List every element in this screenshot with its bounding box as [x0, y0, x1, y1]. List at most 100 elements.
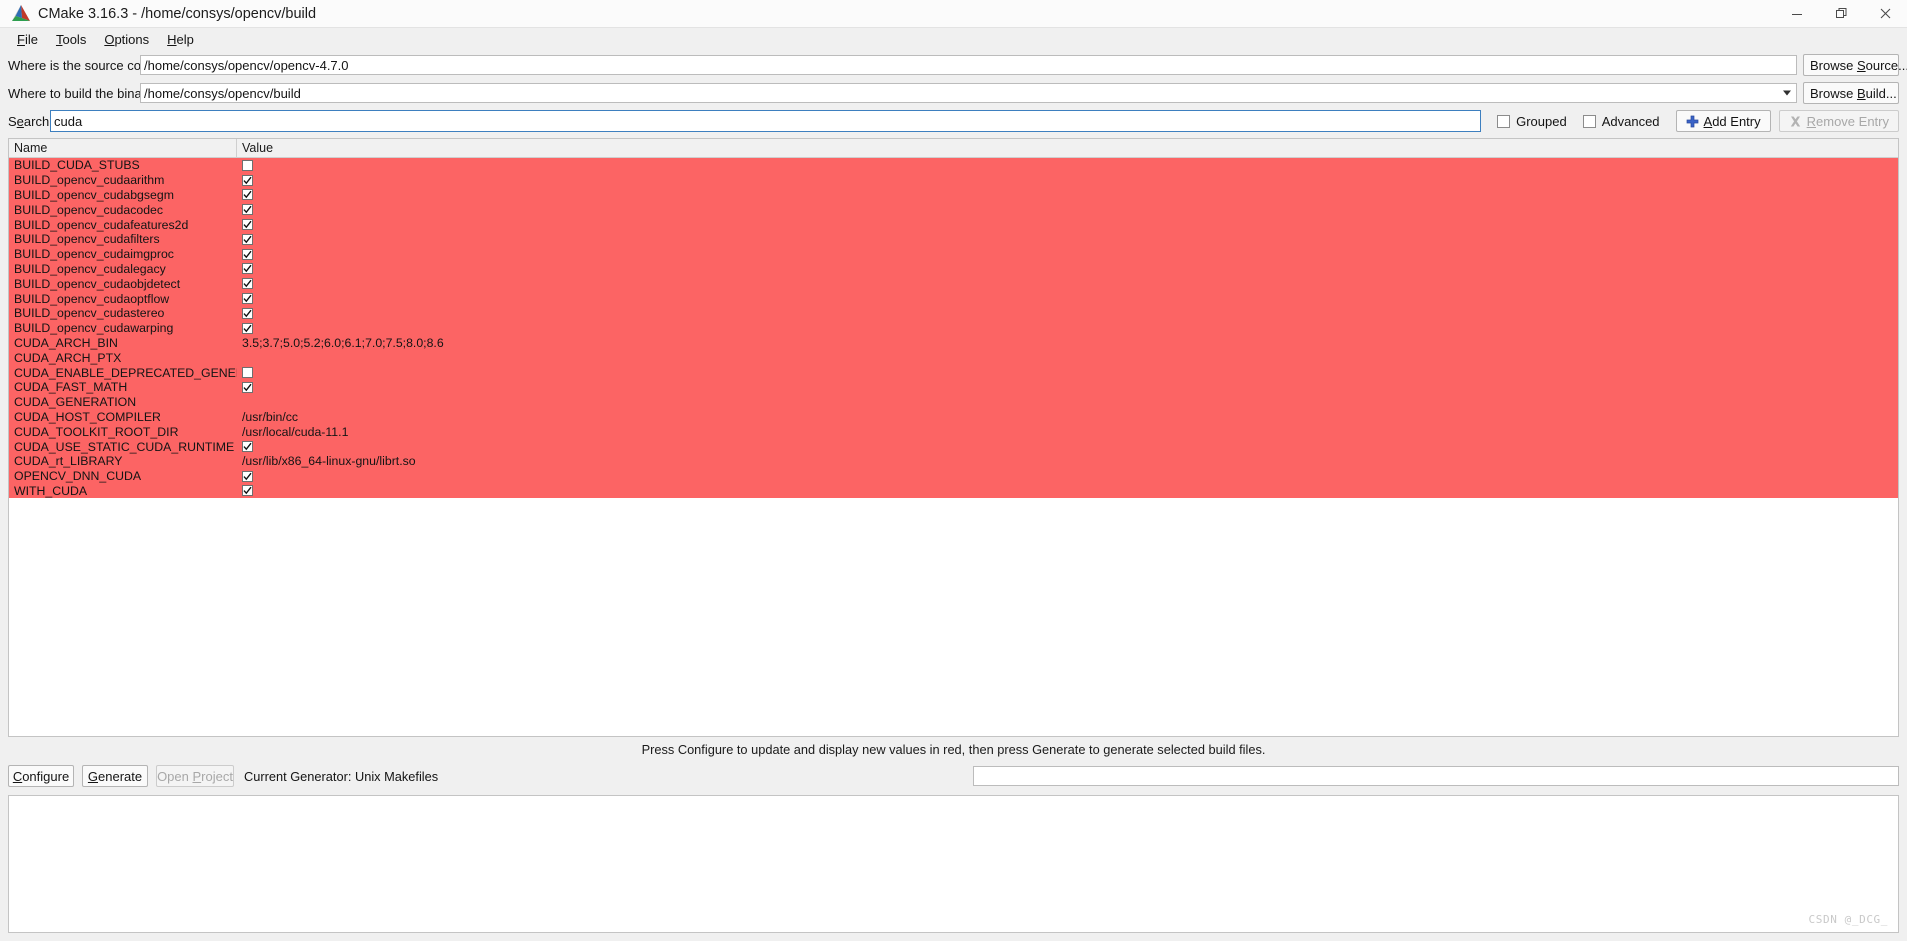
table-row[interactable]: CUDA_USE_STATIC_CUDA_RUNTIME	[9, 439, 1898, 454]
search-input[interactable]: cuda	[50, 110, 1482, 132]
cache-entry-value[interactable]	[237, 174, 1898, 186]
configure-label: onfigure	[22, 768, 70, 784]
browse-source-button[interactable]: Browse Source...	[1803, 54, 1907, 76]
column-header-value[interactable]: Value	[237, 139, 1898, 157]
build-path-combo[interactable]: /home/consys/opencv/build	[140, 83, 1797, 103]
table-row[interactable]: BUILD_opencv_cudabgsegm	[9, 187, 1898, 203]
table-row[interactable]: WITH_CUDA	[9, 483, 1898, 499]
cache-entry-name: BUILD_opencv_cudaimgproc	[14, 247, 174, 262]
cache-entry-value[interactable]	[237, 322, 1898, 334]
menu-tools[interactable]: Tools	[47, 30, 95, 49]
checkbox-checked[interactable]	[242, 381, 253, 393]
checkbox-checked[interactable]	[242, 485, 253, 497]
checkbox-checked[interactable]	[242, 307, 253, 319]
table-row[interactable]: OPENCV_DNN_CUDA	[9, 468, 1898, 484]
source-path-input[interactable]: /home/consys/opencv/opencv-4.7.0	[140, 55, 1797, 75]
configure-button[interactable]: Configure	[8, 765, 74, 787]
cache-entry-value[interactable]	[237, 219, 1898, 231]
cache-entry-value[interactable]	[237, 278, 1898, 290]
checkbox-checked[interactable]	[242, 278, 253, 290]
checkbox-unchecked[interactable]	[242, 159, 253, 171]
advanced-checkbox[interactable]	[1582, 114, 1596, 128]
cache-entry-value[interactable]: /usr/lib/x86_64-linux-gnu/librt.so	[237, 454, 1898, 468]
checkbox-checked[interactable]	[242, 204, 253, 216]
checkbox-checked[interactable]	[242, 189, 253, 201]
table-row[interactable]: CUDA_ENABLE_DEPRECATED_GENERATION	[9, 365, 1898, 380]
cache-entry-name: CUDA_GENERATION	[14, 395, 137, 410]
cache-entry-value[interactable]: 3.5;3.7;5.0;5.2;6.0;6.1;7.0;7.5;8.0;8.6	[237, 336, 1898, 350]
column-header-name[interactable]: Name	[9, 139, 237, 157]
table-row[interactable]: CUDA_ARCH_BIN 3.5;3.7;5.0;5.2;6.0;6.1;7.0…	[9, 335, 1898, 351]
browse-build-button[interactable]: Browse Build...	[1803, 82, 1899, 104]
cache-entry-name: BUILD_opencv_cudaobjdetect	[14, 276, 181, 291]
table-row[interactable]: CUDA_rt_LIBRARY/usr/lib/x86_64-linux-gnu…	[9, 453, 1898, 469]
checkbox-checked[interactable]	[242, 322, 253, 334]
cache-entry-value[interactable]	[237, 381, 1898, 393]
cache-entry-value[interactable]	[237, 441, 1898, 453]
minimize-icon[interactable]	[1775, 0, 1819, 27]
checkbox-checked[interactable]	[242, 219, 253, 231]
table-row[interactable]: BUILD_opencv_cudacodec	[9, 202, 1898, 218]
advanced-checkbox-wrap[interactable]: Advanced	[1582, 114, 1660, 129]
browse-build-label-b: uild...	[1865, 85, 1897, 101]
cache-entry-value[interactable]	[237, 189, 1898, 201]
cache-entry-value[interactable]	[237, 293, 1898, 305]
table-row[interactable]: BUILD_opencv_cudaarithm	[9, 172, 1898, 188]
grouped-label: Grouped	[1516, 113, 1567, 129]
checkbox-checked[interactable]	[242, 174, 253, 186]
menu-help[interactable]: Help	[158, 30, 203, 49]
checkbox-checked[interactable]	[242, 441, 253, 453]
restore-icon[interactable]	[1819, 0, 1863, 27]
table-row[interactable]: BUILD_opencv_cudaobjdetect	[9, 276, 1898, 292]
cache-entry-value[interactable]	[237, 485, 1898, 497]
table-row[interactable]: CUDA_FAST_MATH	[9, 379, 1898, 395]
checkbox-checked[interactable]	[242, 263, 253, 275]
menu-options[interactable]: Options	[95, 30, 158, 49]
cache-entry-value[interactable]	[237, 470, 1898, 482]
generate-button[interactable]: Generate	[82, 765, 148, 787]
table-row[interactable]: BUILD_opencv_cudalegacy	[9, 261, 1898, 277]
path-form: Where is the source code: /home/consys/o…	[0, 50, 1907, 134]
cache-entry-value[interactable]	[237, 367, 1898, 379]
add-entry-button[interactable]: Add Entry	[1675, 110, 1771, 132]
cmake-gui-window: CMake 3.16.3 - /home/consys/opencv/build	[0, 0, 1907, 941]
table-row[interactable]: BUILD_opencv_cudawarping	[9, 320, 1898, 336]
close-icon[interactable]	[1863, 0, 1907, 27]
table-row[interactable]: BUILD_opencv_cudastereo	[9, 305, 1898, 321]
cache-entry-value[interactable]	[237, 233, 1898, 245]
open-project-label-a: Open	[157, 768, 193, 784]
grouped-checkbox-wrap[interactable]: Grouped	[1497, 114, 1567, 129]
cache-entry-value[interactable]: /usr/bin/cc	[237, 410, 1898, 424]
cache-entry-value[interactable]	[237, 263, 1898, 275]
output-log-panel[interactable]: CSDN @_DCG_	[8, 795, 1899, 933]
table-row[interactable]: BUILD_opencv_cudaimgproc	[9, 246, 1898, 262]
table-row[interactable]: BUILD_CUDA_STUBS	[9, 158, 1898, 173]
menu-file[interactable]: File	[8, 30, 47, 49]
cache-entry-value[interactable]: /usr/local/cuda-11.1	[237, 425, 1898, 439]
checkbox-checked[interactable]	[242, 293, 253, 305]
cache-entry-value[interactable]	[237, 159, 1898, 171]
browse-build-label-a: Browse	[1810, 85, 1857, 101]
table-row[interactable]: BUILD_opencv_cudaoptflow	[9, 291, 1898, 306]
checkbox-checked[interactable]	[242, 248, 253, 260]
cache-entry-value[interactable]	[237, 248, 1898, 260]
table-row[interactable]: CUDA_TOOLKIT_ROOT_DIR/usr/local/cuda-11.…	[9, 424, 1898, 440]
cache-entry-name: CUDA_USE_STATIC_CUDA_RUNTIME	[14, 439, 235, 454]
checkbox-checked[interactable]	[242, 233, 253, 245]
table-row[interactable]: CUDA_GENERATION	[9, 394, 1898, 410]
cache-entry-name: BUILD_opencv_cudabgsegm	[14, 187, 174, 202]
table-row[interactable]: BUILD_opencv_cudafilters	[9, 231, 1898, 247]
checkbox-unchecked[interactable]	[242, 367, 253, 379]
table-row[interactable]: BUILD_opencv_cudafeatures2d	[9, 217, 1898, 232]
chevron-down-icon[interactable]	[1783, 90, 1791, 96]
cache-entry-value[interactable]	[237, 307, 1898, 319]
cache-entry-value[interactable]	[237, 204, 1898, 216]
table-row[interactable]: CUDA_ARCH_PTX	[9, 350, 1898, 366]
title-bar: CMake 3.16.3 - /home/consys/opencv/build	[0, 0, 1907, 28]
checkbox-checked[interactable]	[242, 470, 253, 482]
table-row[interactable]: CUDA_HOST_COMPILER/usr/bin/cc	[9, 409, 1898, 425]
remove-entry-label: emove Entry	[1816, 113, 1889, 129]
action-bar: Configure Generate Open Project Current …	[0, 761, 1907, 791]
grouped-checkbox[interactable]	[1497, 114, 1511, 128]
cache-entry-name: BUILD_opencv_cudaarithm	[14, 173, 165, 188]
